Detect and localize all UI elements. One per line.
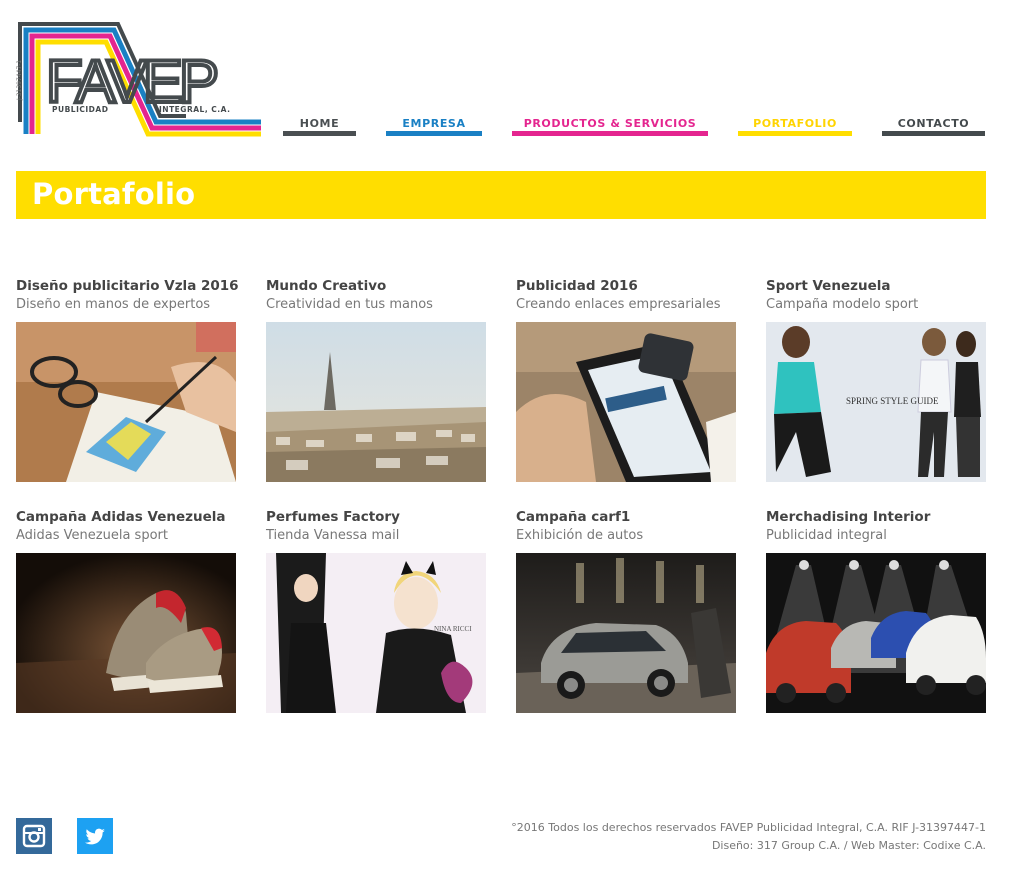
nav-item-label: CONTACTO [897,117,970,130]
nav-item-productos-servicios[interactable]: PRODUCTOS & SERVICIOS [512,118,708,138]
portfolio-subtitle: Campaña modelo sport [766,297,919,312]
portfolio-image-tablet[interactable] [516,322,736,482]
nav-item-underline [283,131,356,136]
portfolio-image-cars-spotlights[interactable] [766,553,986,713]
portfolio-subtitle: Publicidad integral [766,528,887,543]
portfolio-title[interactable]: Campaña Adidas Venezuela [16,509,236,525]
page-title: Portafolio [32,177,196,211]
portfolio-image-sneakers[interactable] [16,553,236,713]
portfolio-title[interactable]: Campaña carf1 [516,509,736,525]
nav-item-underline [882,131,985,136]
footer-text: °2016 Todos los derechos reservados FAVE… [511,819,986,855]
portfolio-image-sportswear[interactable]: SPRING STYLE GUIDE [766,322,986,482]
portfolio-title[interactable]: Publicidad 2016 [516,278,736,294]
footer-copyright: °2016 Todos los derechos reservados FAVE… [511,821,986,834]
nav-item-portafolio[interactable]: PORTAFOLIO [738,118,852,138]
portfolio-card[interactable]: Publicidad 2016 Creando enlaces empresar… [516,278,736,482]
portfolio-image-perfume[interactable]: NINA RICCI [266,553,486,713]
footer-credits: Diseño: 317 Group C.A. / Web Master: Cod… [711,839,986,852]
svg-text:NINA RICCI: NINA RICCI [434,625,472,633]
portfolio-title[interactable]: Diseño publicitario Vzla 2016 [16,278,239,294]
nav-item-empresa[interactable]: EMPRESA [386,118,482,138]
twitter-link[interactable] [77,818,113,854]
portfolio-title[interactable]: Perfumes Factory [266,509,486,525]
portfolio-image-web-design[interactable] [16,322,236,482]
portfolio-card[interactable]: Perfumes Factory Tienda Vanessa mail NIN… [266,509,486,713]
nav-item-underline [386,131,482,136]
portfolio-image-paris[interactable] [266,322,486,482]
portfolio-card[interactable]: Mundo Creativo Creatividad en tus manos [266,278,486,482]
nav-item-label: EMPRESA [402,117,466,130]
portfolio-image-car-showroom[interactable] [516,553,736,713]
nav-item-label: HOME [299,117,340,130]
portfolio-subtitle: Exhibición de autos [516,528,644,543]
instagram-icon [16,818,52,854]
portfolio-card[interactable]: Campaña Adidas Venezuela Adidas Venezuel… [16,509,236,713]
portfolio-subtitle: Tienda Vanessa mail [266,528,400,543]
portfolio-subtitle: Creando enlaces empresariales [516,297,721,312]
nav-item-label: PORTAFOLIO [753,117,837,130]
instagram-link[interactable] [16,818,52,854]
svg-text:INTEGRAL, C.A.: INTEGRAL, C.A. [159,105,230,114]
portfolio-subtitle: Adidas Venezuela sport [16,528,168,543]
portfolio-card[interactable]: Merchadising Interior Publicidad integra… [766,509,986,713]
nav-item-underline [738,131,852,136]
svg-text:PUBLICIDAD: PUBLICIDAD [52,105,108,114]
svg-text:SPRING STYLE GUIDE: SPRING STYLE GUIDE [846,396,939,406]
portfolio-title[interactable]: Merchadising Interior [766,509,986,525]
portfolio-subtitle: Diseño en manos de expertos [16,297,211,312]
portfolio-card[interactable]: Campaña carf1 Exhibición de autos [516,509,736,713]
nav-item-label: PRODUCTOS & SERVICIOS [523,117,697,130]
portfolio-subtitle: Creatividad en tus manos [266,297,433,312]
portfolio-title[interactable]: Sport Venezuela [766,278,986,294]
portfolio-title[interactable]: Mundo Creativo [266,278,486,294]
logo-rif: J-31397447-1 [16,59,23,100]
nav-item-contacto[interactable]: CONTACTO [882,118,985,138]
favep-logo-graphic: FAVEP PUBLICIDAD INTEGRAL, C.A. [18,22,261,137]
twitter-icon [77,818,113,854]
page-title-banner: Portafolio [16,171,986,219]
portfolio-card[interactable]: Sport Venezuela Campaña modelo sport SPR… [766,278,986,482]
portfolio-card[interactable]: Diseño publicitario Vzla 2016 Diseño en … [16,278,239,482]
nav-item-underline [512,131,708,136]
nav-item-home[interactable]: HOME [283,118,356,138]
favep-logo[interactable]: FAVEP PUBLICIDAD INTEGRAL, C.A. [16,22,262,138]
